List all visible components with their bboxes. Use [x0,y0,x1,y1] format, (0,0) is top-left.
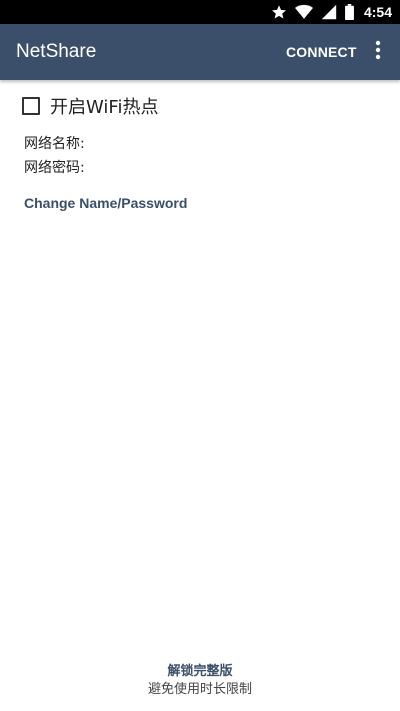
wifi-icon [294,4,313,20]
network-name-label: 网络名称: [24,136,85,152]
hotspot-toggle-row[interactable]: 开启WiFi热点 [22,92,158,120]
battery-icon [345,4,354,20]
status-icons: 4:54 [271,0,392,24]
status-time: 4:54 [363,4,392,20]
app-title: NetShare [16,41,97,62]
app-bar: NetShare CONNECT [0,24,400,80]
connect-button[interactable]: CONNECT [278,34,365,70]
unlock-title: 解锁完整版 [167,664,233,679]
unlock-subtitle: 避免使用时长限制 [147,682,252,697]
unlock-full-version-banner[interactable]: 解锁完整版 避免使用时长限制 [0,663,400,699]
star-icon [271,4,287,20]
change-name-password-link[interactable]: Change Name/Password [24,195,187,211]
status-bar: 4:54 [0,0,400,24]
overflow-menu-button[interactable] [364,36,392,68]
hotspot-label: 开启WiFi热点 [50,97,159,118]
cellular-signal-icon [321,4,337,20]
more-vert-icon [375,40,381,64]
hotspot-checkbox[interactable] [22,97,40,115]
network-password-label: 网络密码: [24,160,85,176]
